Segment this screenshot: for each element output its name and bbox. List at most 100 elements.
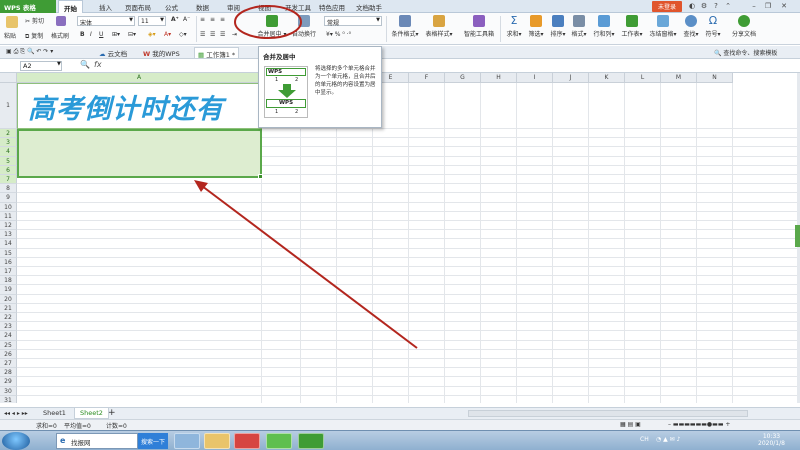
doc-tab-my-wps[interactable]: W 我的WPS — [140, 47, 183, 58]
view-mode-icons[interactable]: ▦ ▤ ▣ — [620, 421, 641, 428]
formula-input[interactable] — [112, 61, 792, 71]
clear-format-icon[interactable]: ◇▾ — [179, 31, 187, 38]
font-color-icon[interactable]: A▾ — [164, 31, 171, 38]
font-size-select[interactable]: 11 ▼ — [138, 16, 166, 26]
login-button[interactable]: 未登录 — [652, 1, 682, 12]
number-format-select[interactable]: 常规 ▼ — [324, 16, 382, 27]
symbol-button[interactable]: Ω 符号▾ — [704, 15, 722, 39]
sort-button[interactable]: 排序▾ — [548, 15, 568, 38]
shrink-font-icon[interactable]: A⁻ — [183, 16, 190, 23]
wps-spreadsheet-icon[interactable] — [298, 433, 324, 449]
filter-button[interactable]: 筛选▾ — [526, 15, 546, 38]
tray-clock[interactable]: 10:33 2020/1/8 — [758, 433, 785, 447]
align-right-icon[interactable]: ☰ — [220, 31, 225, 38]
app-icon[interactable] — [266, 433, 292, 449]
row-header[interactable]: 31 — [0, 395, 17, 403]
row-col-button[interactable]: 行和列▾ — [592, 15, 616, 38]
column-header[interactable]: M — [661, 73, 697, 83]
row-header[interactable]: 28 — [0, 368, 17, 378]
row-header[interactable]: 16 — [0, 257, 17, 267]
paste-icon[interactable] — [6, 16, 18, 28]
app-menu-button[interactable]: WPS 表格 — [0, 0, 56, 13]
worksheet-button[interactable]: 工作表▾ — [620, 15, 644, 38]
tab-home[interactable]: 开始 — [58, 0, 83, 13]
horizontal-scrollbar[interactable] — [468, 410, 748, 417]
settings-icon[interactable]: ⚙ — [700, 2, 708, 10]
sheet-nav-arrows[interactable]: ◂◂ ◂ ▸ ▸▸ — [4, 410, 28, 417]
function-button[interactable]: fx — [94, 60, 102, 69]
tab-insert[interactable]: 插入 — [99, 2, 112, 12]
close-icon[interactable]: ✕ — [780, 2, 788, 10]
sheet-tab-sheet2[interactable]: Sheet2 — [74, 408, 109, 419]
row-header[interactable]: 23 — [0, 322, 17, 332]
tab-special[interactable]: 特色应用 — [319, 2, 345, 12]
row-header[interactable]: 24 — [0, 331, 17, 341]
row-header[interactable]: 4 — [0, 147, 17, 157]
align-top-icon[interactable]: ≡ — [200, 16, 205, 23]
spreadsheet-grid[interactable]: ABCDEFGHIJKLMN 1234567891011121314151617… — [0, 73, 797, 403]
taskbar-search-button[interactable]: 搜索一下 — [138, 433, 168, 449]
column-header[interactable]: K — [589, 73, 625, 83]
column-header[interactable]: A — [17, 73, 262, 83]
align-bottom-icon[interactable]: ≡ — [220, 16, 225, 23]
underline-icon[interactable]: U — [99, 31, 103, 38]
share-doc-button[interactable]: 分享文档 — [730, 15, 758, 38]
browser-icon[interactable] — [234, 433, 260, 449]
tab-data[interactable]: 数据 — [196, 2, 209, 12]
row-header[interactable]: 10 — [0, 202, 17, 212]
row-header[interactable]: 22 — [0, 313, 17, 323]
align-center-icon[interactable]: ☰ — [210, 31, 215, 38]
tab-doc-assistant[interactable]: 文档助手 — [356, 2, 382, 12]
grow-font-icon[interactable]: A⁺ — [171, 16, 179, 23]
row-header[interactable]: 29 — [0, 377, 17, 387]
align-middle-icon[interactable]: ≡ — [210, 16, 215, 23]
row-header[interactable]: 21 — [0, 303, 17, 313]
row-header[interactable]: 2 — [0, 129, 17, 139]
zoom-formula-icon[interactable]: 🔍 — [80, 60, 90, 69]
column-header[interactable]: H — [481, 73, 517, 83]
sum-button[interactable]: Σ 求和▾ — [504, 15, 524, 39]
brush-icon[interactable] — [56, 16, 66, 26]
currency-icon[interactable]: ¥▾ % ⁰ ·⁰ — [326, 31, 351, 38]
name-box[interactable]: A2 — [20, 61, 62, 71]
row-header[interactable]: 25 — [0, 340, 17, 350]
fill-handle[interactable] — [258, 174, 263, 179]
bold-icon[interactable]: B — [80, 31, 85, 38]
input-language[interactable]: CH — [640, 436, 649, 443]
row-header[interactable]: 17 — [0, 267, 17, 277]
tab-page-layout[interactable]: 页面布局 — [125, 2, 151, 12]
border-icon[interactable]: ⊞▾ — [112, 31, 120, 38]
row-header[interactable]: 9 — [0, 193, 17, 203]
row-header[interactable]: 6 — [0, 165, 17, 175]
help-icon[interactable]: ? — [712, 2, 720, 10]
zoom-slider[interactable]: – ▬▬▬▬▬▬●▬▬ + — [668, 421, 730, 428]
table-style-button[interactable]: 表格样式▾ — [424, 15, 454, 38]
format-painter-button[interactable]: 格式刷 — [51, 31, 69, 40]
row-header[interactable]: 27 — [0, 359, 17, 369]
column-header[interactable]: I — [517, 73, 553, 83]
tools-icon[interactable] — [174, 433, 200, 449]
row-header[interactable]: 26 — [0, 349, 17, 359]
collapse-ribbon-icon[interactable]: ⌃ — [724, 2, 732, 10]
side-panel-toggle[interactable] — [795, 225, 800, 247]
smart-toolbox-button[interactable]: 智能工具箱 — [462, 15, 496, 38]
row-header[interactable]: 20 — [0, 294, 17, 304]
row-header[interactable]: 11 — [0, 211, 17, 221]
row-header[interactable]: 30 — [0, 386, 17, 396]
select-all-corner[interactable] — [0, 73, 17, 83]
command-search[interactable]: 🔍 查找命令、搜索模板 — [714, 48, 777, 57]
skin-icon[interactable]: ◐ — [688, 2, 696, 10]
taskbar-search-input[interactable]: 找报网 — [56, 433, 138, 449]
format-button[interactable]: 格式▾ — [570, 15, 588, 38]
doc-tab-workbook[interactable]: ▦ 工作簿1 * — [194, 47, 240, 59]
row-header[interactable]: 19 — [0, 285, 17, 295]
conditional-format-button[interactable]: 条件格式▾ — [390, 15, 420, 38]
paste-button[interactable]: 粘贴 — [4, 31, 16, 40]
row-header[interactable]: 18 — [0, 276, 17, 286]
chevron-down-icon[interactable]: ▼ — [57, 61, 61, 67]
copy-button[interactable]: ⧉ 复制 — [25, 31, 43, 41]
file-explorer-icon[interactable] — [204, 433, 230, 449]
sheet-tab-sheet1[interactable]: Sheet1 — [38, 408, 71, 419]
tab-formula[interactable]: 公式 — [165, 2, 178, 12]
row-header[interactable]: 15 — [0, 248, 17, 258]
